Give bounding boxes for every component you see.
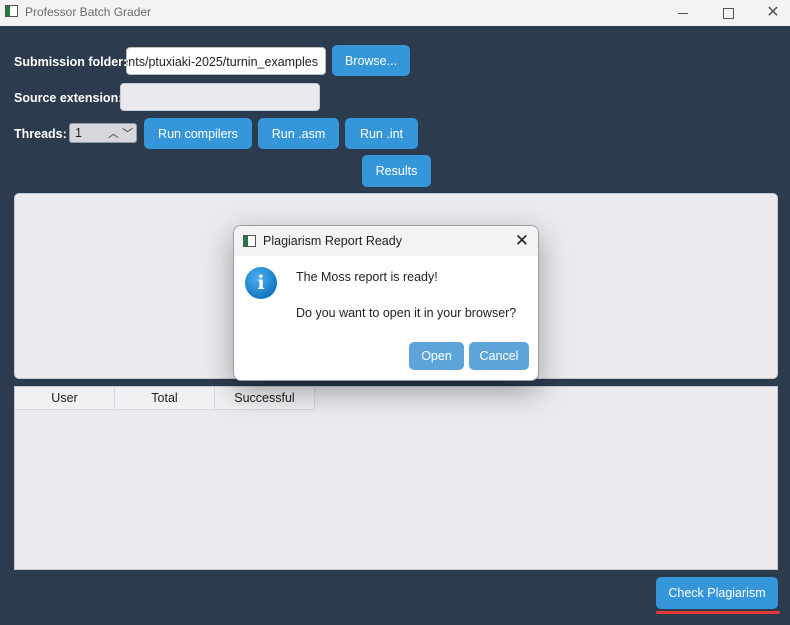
close-icon: ✕ [766,4,780,21]
dialog-message-ready: The Moss report is ready! [296,270,438,284]
dialog-message-question: Do you want to open it in your browser? [296,306,517,320]
threads-spinner[interactable]: 1 ︿ ﹀ [69,123,137,143]
minimize-button[interactable] [660,0,706,26]
maximize-button[interactable] [705,0,751,26]
chevron-down-icon[interactable]: ﹀ [122,125,133,141]
results-table[interactable]: User Total Successful [14,386,778,570]
check-plagiarism-button[interactable]: Check Plagiarism [656,577,778,609]
dialog-app-icon [243,235,256,247]
table-header: User Total Successful [15,387,315,410]
column-header-total[interactable]: Total [115,387,215,410]
browse-button[interactable]: Browse... [332,45,410,76]
plagiarism-report-dialog: Plagiarism Report Ready ✕ i The Moss rep… [233,225,539,381]
threads-value: 1 [75,126,82,140]
maximize-icon [722,7,734,19]
results-button[interactable]: Results [362,155,431,187]
title-bar: Professor Batch Grader ✕ [0,0,790,26]
source-extension-label: Source extension: [14,91,123,105]
chevron-up-icon[interactable]: ︿ [108,125,119,141]
submission-folder-label: Submission folder: [14,55,128,69]
threads-label: Threads: [14,127,67,141]
dialog-title: Plagiarism Report Ready [263,234,402,248]
submission-folder-input[interactable]: ents/ptuxiaki-2025/turnin_examples [126,47,326,75]
run-asm-button[interactable]: Run .asm [258,118,339,149]
window-title: Professor Batch Grader [25,5,152,19]
minimize-icon [678,12,688,14]
run-int-button[interactable]: Run .int [345,118,418,149]
source-extension-input[interactable] [120,83,320,111]
close-window-button[interactable]: ✕ [750,0,790,26]
column-header-user[interactable]: User [15,387,115,410]
run-compilers-button[interactable]: Run compilers [144,118,252,149]
cancel-button[interactable]: Cancel [469,342,529,370]
submission-folder-value: ents/ptuxiaki-2025/turnin_examples [126,55,318,69]
dialog-title-bar: Plagiarism Report Ready ✕ [234,226,538,256]
open-button[interactable]: Open [409,342,464,370]
highlight-underline [656,611,780,614]
dialog-close-icon[interactable]: ✕ [515,231,529,251]
column-header-successful[interactable]: Successful [215,387,315,410]
app-icon [5,5,18,17]
main-window: Professor Batch Grader ✕ Submission fold… [0,0,790,625]
info-icon: i [245,267,277,299]
